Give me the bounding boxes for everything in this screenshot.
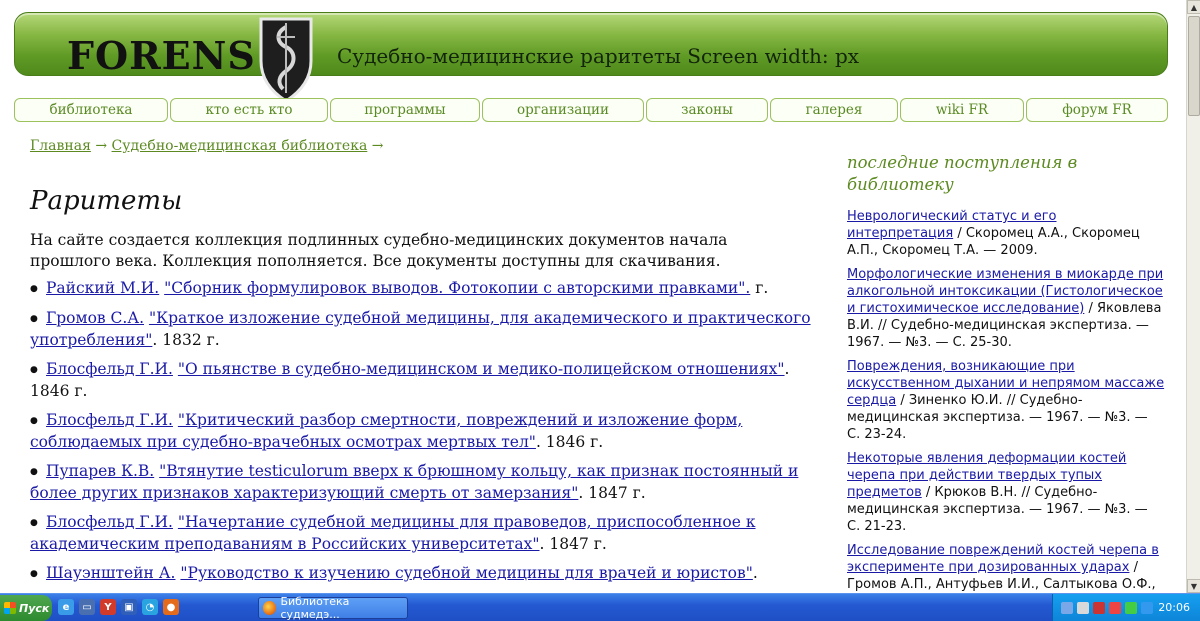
ie-icon[interactable]: e [58,599,74,615]
firefox-icon [263,601,277,615]
update-icon[interactable] [1125,602,1137,614]
browser-page: FORENS Судебно-медицинские раритеты Scre… [0,0,1186,593]
author-link[interactable]: Блосфельд Г.И. [46,411,173,429]
breadcrumb-section-link[interactable]: Судебно-медицинская библиотека [112,138,368,154]
start-button[interactable]: Пуск [0,595,52,621]
main-content: Раритеты На сайте создается коллекция по… [30,186,830,593]
bullet-icon: ● [30,416,38,426]
header-banner: FORENS Судебно-медицинские раритеты Scre… [14,12,1168,103]
clock-tray-icon[interactable] [1077,602,1089,614]
document-year: г. [750,279,769,297]
taskbar-window-label: Библиотека судмедэ... [280,595,350,621]
antivirus-icon[interactable] [1109,602,1121,614]
app-icon[interactable]: ◔ [142,599,158,615]
windows-flag-icon [4,602,16,614]
breadcrumb-home-link[interactable]: Главная [30,138,91,154]
nav-item[interactable]: организации [482,98,644,122]
quick-launch: e ▭ Y ▣ ◔ ● [58,599,184,615]
main-nav: библиотека кто есть кто программы организац… [14,98,1170,122]
document-year: . 1847 г. [578,484,646,502]
author-link[interactable]: Блосфельд Г.И. [46,513,173,531]
recent-list: Неврологический статус и его интерпретац… [847,208,1165,593]
yandex-icon[interactable]: Y [100,599,116,615]
document-year: . 1846 г. [535,433,604,451]
site-tagline: Судебно-медицинские раритеты Screen widt… [337,44,860,68]
taskbar-window-button[interactable]: Библиотека судмедэ... [258,595,408,621]
system-tray: 20:06 [1052,594,1200,621]
nav-item[interactable]: программы [330,98,480,122]
bullet-icon: ● [30,314,38,324]
recent-item: Исследование повреждений костей черепа в… [847,542,1165,593]
document-title-link[interactable]: "Сборник формулировок выводов. Фотокопии… [164,279,750,297]
document-list-item: ● Райский М.И. "Сборник формулировок выво… [30,278,830,300]
intro-text: На сайте создается коллекция подлинных с… [30,231,728,270]
bullet-icon: ● [30,467,38,477]
site-logo[interactable]: FORENS [67,33,256,78]
nav-item[interactable]: кто есть кто [170,98,328,122]
save-icon[interactable]: ▣ [121,599,137,615]
recent-item-link[interactable]: Исследование повреждений костей черепа в… [847,543,1159,575]
bullet-icon: ● [30,518,38,528]
sidebar-heading: последние поступления в библиотеку [847,153,1078,194]
network-icon[interactable] [1061,602,1073,614]
nav-item[interactable]: wiki FR [900,98,1024,122]
page-title: Раритеты [30,186,183,216]
clock: 20:06 [1158,601,1190,614]
document-year: . 1832 г. [152,331,220,349]
document-list-item: ● Блосфельд Г.И. "Начертание судебной мед… [30,512,830,555]
author-link[interactable]: Пупарев К.В. [46,462,154,480]
author-link[interactable]: Громов С.А. [46,309,144,327]
document-title-link[interactable]: "О пьянстве в судебно-медицинском и меди… [178,360,785,378]
breadcrumb: Главная → Судебно-медицинская библиотека… [30,138,384,154]
scroll-up-icon[interactable]: ▲ [1187,0,1200,14]
document-title-link[interactable]: "Руководство к изучению судебной медицин… [180,564,752,582]
document-list: ● Райский М.И. "Сборник формулировок выво… [30,278,830,585]
bullet-icon: ● [30,365,38,375]
scroll-down-icon[interactable]: ▼ [1187,579,1200,593]
document-list-item: ● Блосфельд Г.И. "Критический разбор смер… [30,410,830,453]
document-list-item: ● Блосфельд Г.И. "О пьянстве в судебно-ме… [30,359,830,402]
document-list-item: ● Пупарев К.В. "Втянутие testiculorum вве… [30,461,830,504]
breadcrumb-arrow: → [371,138,384,154]
recent-item: Некоторые явления деформации костей чере… [847,450,1165,535]
recent-additions-sidebar: последние поступления в библиотеку Невро… [847,152,1165,593]
firefox-icon[interactable]: ● [163,599,179,615]
scroll-thumb[interactable] [1188,16,1200,116]
nav-item[interactable]: законы [646,98,768,122]
nav-item[interactable]: форум FR [1026,98,1168,122]
document-list-item: ● Громов С.А. "Краткое изложение судебной… [30,308,830,351]
author-link[interactable]: Шауэнштейн А. [46,564,175,582]
document-year: . [752,564,758,582]
shield-logo-icon [259,17,313,103]
recent-item: Неврологический статус и его интерпретац… [847,208,1165,259]
recent-item: Морфологические изменения в миокарде при… [847,266,1165,351]
nav-item[interactable]: библиотека [14,98,168,122]
document-list-item: ● Шауэнштейн А. "Руководство к изучению с… [30,563,830,585]
author-link[interactable]: Блосфельд Г.И. [46,360,173,378]
windows-taskbar: Пуск e ▭ Y ▣ ◔ ● Библиотека судмедэ... 2… [0,593,1200,621]
bullet-icon: ● [30,569,38,579]
start-label: Пуск [19,601,50,615]
document-year: . 1847 г. [539,535,607,553]
breadcrumb-arrow: → [95,138,108,154]
nav-item[interactable]: галерея [770,98,898,122]
vertical-scrollbar[interactable]: ▲ ▼ [1186,0,1200,593]
desktop-icon[interactable]: ▭ [79,599,95,615]
author-link[interactable]: Райский М.И. [46,279,159,297]
recent-item: Повреждения, возникающие при искусственн… [847,358,1165,443]
volume-icon[interactable] [1093,602,1105,614]
messenger-icon[interactable] [1141,602,1153,614]
bullet-icon: ● [30,284,38,294]
